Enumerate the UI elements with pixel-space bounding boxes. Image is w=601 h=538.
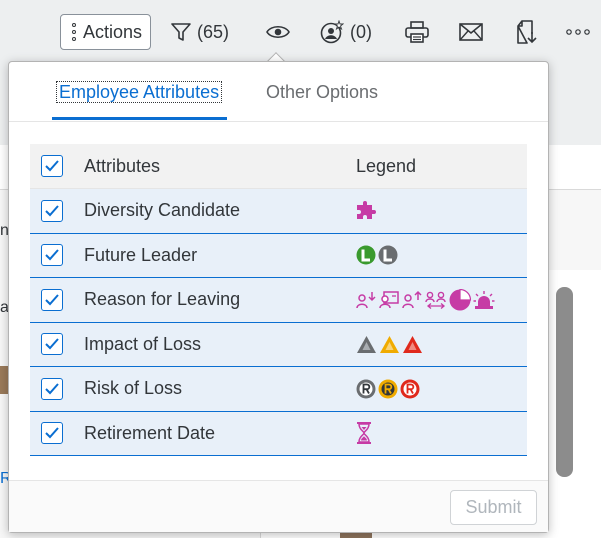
checkmark-icon xyxy=(45,294,59,306)
export-button[interactable] xyxy=(514,14,538,50)
document-export-icon xyxy=(514,20,538,44)
table-row[interactable]: Risk of Loss xyxy=(30,367,527,412)
flag-count: (0) xyxy=(350,21,372,42)
row-checkbox[interactable] xyxy=(41,422,63,445)
select-all-checkbox[interactable] xyxy=(41,155,63,177)
overflow-button[interactable] xyxy=(566,14,590,50)
eye-icon xyxy=(266,24,290,40)
legend-icons xyxy=(356,245,398,265)
attribute-label: Impact of Loss xyxy=(84,333,202,354)
legend-icons xyxy=(356,200,376,221)
person-star-icon xyxy=(320,20,344,44)
view-settings-popover: Employee Attributes Other Options Attrib… xyxy=(8,61,549,533)
scrollbar-thumb[interactable] xyxy=(556,287,573,477)
attribute-label: Diversity Candidate xyxy=(84,200,241,221)
actions-label: Actions xyxy=(83,21,143,42)
attribute-label: Retirement Date xyxy=(84,422,216,443)
row-checkbox[interactable] xyxy=(41,244,63,267)
photo-thumbnail xyxy=(0,366,8,394)
hourglass-icon xyxy=(357,422,371,445)
red-triangle-icon xyxy=(403,335,422,353)
checkmark-icon xyxy=(45,249,59,261)
popover-footer: Submit xyxy=(9,480,548,532)
legend-icons xyxy=(356,288,495,311)
checkmark-icon xyxy=(45,427,59,439)
person-down-icon xyxy=(356,291,376,308)
filter-count: (65) xyxy=(197,21,230,42)
table-row[interactable]: Reason for Leaving xyxy=(30,278,527,323)
alarm-icon xyxy=(473,290,495,309)
toolbar: Actions (65) (0) xyxy=(0,0,601,62)
checkmark-icon xyxy=(45,338,59,350)
view-button[interactable] xyxy=(266,14,290,50)
grey-triangle-icon xyxy=(357,335,376,353)
person-card-icon xyxy=(379,291,399,308)
people-swap-icon xyxy=(425,291,446,309)
printer-icon xyxy=(405,21,429,43)
attribute-label: Risk of Loss xyxy=(84,378,183,399)
print-button[interactable] xyxy=(405,14,429,50)
tab-label: Other Options xyxy=(266,82,379,102)
more-horizontal-icon xyxy=(566,28,590,36)
green-L-badge-icon xyxy=(356,245,376,265)
attributes-table: Attributes Legend Diversity Candidate Fu… xyxy=(30,144,527,456)
table-row[interactable]: Future Leader xyxy=(30,233,527,278)
envelope-icon xyxy=(459,23,483,41)
tab-employee-attributes[interactable]: Employee Attributes xyxy=(56,81,223,103)
legend-icons xyxy=(356,335,423,354)
table-row[interactable]: Retirement Date xyxy=(30,411,527,456)
flag-button[interactable]: (0) xyxy=(320,14,372,50)
row-checkbox[interactable] xyxy=(41,288,63,311)
person-up-icon xyxy=(402,290,422,308)
checkmark-icon xyxy=(45,160,59,172)
more-vertical-icon xyxy=(71,23,77,41)
submit-button[interactable]: Submit xyxy=(450,490,537,525)
filter-icon xyxy=(171,22,191,42)
yellow-R-badge-icon xyxy=(378,379,398,399)
row-checkbox[interactable] xyxy=(41,377,63,400)
puzzle-icon xyxy=(357,200,376,219)
tab-bar: Employee Attributes Other Options xyxy=(9,62,548,122)
column-header-attributes: Attributes xyxy=(84,155,161,176)
legend-icons xyxy=(356,379,420,399)
grey-L-badge-icon xyxy=(378,245,398,265)
row-checkbox[interactable] xyxy=(41,199,63,222)
pie-icon xyxy=(449,288,471,311)
column-header-legend: Legend xyxy=(356,155,417,176)
tab-selected-indicator xyxy=(52,117,227,120)
checkmark-icon xyxy=(45,383,59,395)
table-row[interactable]: Diversity Candidate xyxy=(30,189,527,234)
email-button[interactable] xyxy=(459,14,483,50)
filter-button[interactable]: (65) xyxy=(171,14,229,50)
grey-R-badge-icon xyxy=(356,379,376,399)
tab-label: Employee Attributes xyxy=(56,81,223,103)
attribute-label: Reason for Leaving xyxy=(84,289,241,310)
tab-other-options[interactable]: Other Options xyxy=(266,82,378,103)
row-checkbox[interactable] xyxy=(41,333,63,356)
red-R-badge-icon xyxy=(400,379,420,399)
attribute-label: Future Leader xyxy=(84,244,198,265)
yellow-triangle-icon xyxy=(380,335,399,353)
legend-icons xyxy=(356,422,372,445)
table-header-row: Attributes Legend xyxy=(30,144,527,189)
table-row[interactable]: Impact of Loss xyxy=(30,322,527,367)
actions-button[interactable]: Actions xyxy=(60,14,151,50)
checkmark-icon xyxy=(45,205,59,217)
